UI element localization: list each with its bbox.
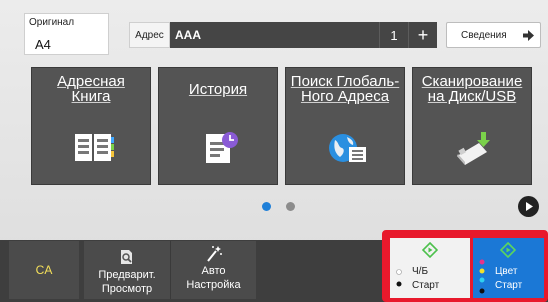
address-count: 1 xyxy=(379,22,408,48)
start-diamond-icon xyxy=(422,242,438,258)
address-label: Адрес xyxy=(129,22,170,48)
tile-title-line2: Книга xyxy=(71,88,111,105)
bw-toner-dots-icon xyxy=(396,269,402,287)
clear-all-button[interactable]: CA xyxy=(9,241,79,299)
play-arrow-icon xyxy=(526,202,533,211)
cmyk-toner-dots-icon xyxy=(479,259,485,294)
auto-label-line1: Авто xyxy=(201,265,226,277)
tile-title: Сканирование на Диск/USB xyxy=(413,68,531,110)
add-address-button[interactable]: + xyxy=(408,22,437,48)
next-page-button[interactable] xyxy=(518,196,539,217)
history-icon xyxy=(206,132,238,163)
tile-title: Адресная Книга xyxy=(32,68,150,110)
color-start-button[interactable]: Цвет Старт xyxy=(473,238,544,298)
address-book-icon xyxy=(75,134,114,161)
original-size-value: A4 xyxy=(35,37,51,52)
color-start-label-line2: Старт xyxy=(495,280,523,291)
address-field[interactable]: AAA xyxy=(170,22,379,48)
original-size-box[interactable]: Оригинал A4 xyxy=(24,13,109,55)
tile-address-book[interactable]: Адресная Книга xyxy=(31,67,151,185)
bw-start-label-line1: Ч/Б xyxy=(412,266,429,277)
preview-label-line2: Просмотр xyxy=(101,283,153,295)
bw-start-button[interactable]: Ч/Б Старт xyxy=(390,238,470,298)
clear-all-label: CA xyxy=(35,263,53,277)
details-label: Сведения xyxy=(461,29,507,41)
page-indicator-active xyxy=(262,202,271,211)
address-bar: Адрес AAA 1 + Сведения xyxy=(129,22,546,48)
tile-title: История xyxy=(159,68,277,110)
auto-setting-button[interactable]: Авто Настройка xyxy=(170,241,256,299)
auto-label-line2: Настройка xyxy=(186,279,241,291)
tile-title-line2: Ного Адреса xyxy=(300,88,390,105)
preview-label-line1: Предварит. xyxy=(98,269,156,281)
bw-start-label-line2: Старт xyxy=(412,280,440,291)
tile-global-address-search[interactable]: Поиск Глобаль- Ного Адреса xyxy=(285,67,405,185)
preview-button[interactable]: Предварит. Просмотр xyxy=(84,241,170,299)
tile-scan-to-usb[interactable]: Сканирование на Диск/USB xyxy=(412,67,532,185)
tile-history[interactable]: История xyxy=(158,67,278,185)
page-indicator-inactive[interactable] xyxy=(286,202,295,211)
arrow-right-icon xyxy=(523,30,534,41)
tile-title-line2: на Диск/USB xyxy=(427,88,517,105)
tile-title: Поиск Глобаль- Ного Адреса xyxy=(286,68,404,110)
details-button[interactable]: Сведения xyxy=(446,22,541,48)
magic-wand-icon xyxy=(207,246,222,262)
start-diamond-icon xyxy=(500,242,516,258)
preview-magnifier-icon xyxy=(121,250,132,264)
copy-address-screen: Оригинал A4 Адрес AAA 1 + Сведения Адрес… xyxy=(0,0,548,302)
tile-title-line1: История xyxy=(188,80,248,98)
color-start-label-line1: Цвет xyxy=(495,266,518,277)
original-label: Оригинал xyxy=(29,17,75,28)
global-search-icon xyxy=(329,134,366,162)
usb-scan-icon xyxy=(457,132,490,165)
